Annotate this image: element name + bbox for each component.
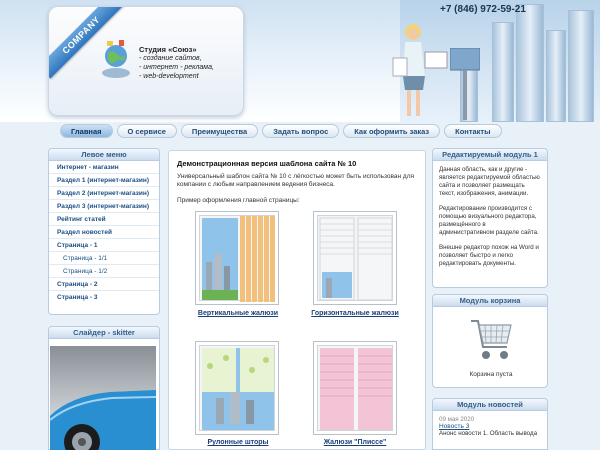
slider-image[interactable] — [49, 346, 157, 450]
studio-line: - создание сайтов, — [139, 55, 202, 62]
menu-item-section-2[interactable]: Раздел 2 (интернет-магазин) — [49, 187, 159, 200]
window-blinds-image — [319, 217, 393, 301]
menu-item-page-2[interactable]: Страница - 2 — [49, 278, 159, 291]
billboard-image — [450, 48, 480, 120]
menu-item-page-1[interactable]: Страница - 1 — [49, 239, 159, 252]
left-menu-title: Левое меню — [49, 149, 159, 161]
cart-module: Модуль корзина Корзина пуста — [432, 294, 548, 388]
slider-title: Слайдер - skitter — [49, 327, 159, 339]
logo-card[interactable]: COMPANY Студия «Союз» - создание сайтов,… — [48, 6, 244, 116]
window-pleated-image — [320, 348, 392, 430]
nav-tab-home[interactable]: Главная — [60, 124, 113, 138]
menu-item-section-1[interactable]: Раздел 1 (интернет-магазин) — [49, 174, 159, 187]
nav-tab-about[interactable]: О сервисе — [116, 124, 177, 138]
news-announcement: Анонс новости 1. Область вывода — [439, 430, 538, 437]
menu-item-rating[interactable]: Рейтинг статей — [49, 213, 159, 226]
nav-tab-ask[interactable]: Задать вопрос — [262, 124, 340, 138]
woman-with-bag-image — [392, 24, 448, 116]
menu-item-page-1-1[interactable]: Страница - 1/1 — [49, 252, 159, 265]
cart-status: Корзина пуста — [469, 371, 513, 378]
news-module: Модуль новостей 09 мая 2020 Новость 3 Ан… — [432, 398, 548, 450]
example-caption: Пример оформления главной страницы: — [177, 197, 300, 204]
shopping-cart-icon — [471, 320, 512, 359]
globe-hand-icon — [102, 40, 130, 78]
news-link[interactable]: Новость 3 — [433, 423, 547, 430]
menu-item-page-1-2[interactable]: Страница - 1/2 — [49, 265, 159, 278]
product-horizontal-blinds-image[interactable] — [313, 211, 397, 305]
nav-tab-advantages[interactable]: Преимущества — [180, 124, 259, 138]
news-date: 09 мая 2020 — [439, 416, 475, 423]
main-content: Демонстрационная версия шаблона сайта № … — [168, 150, 426, 450]
main-nav: Главная О сервисе Преимущества Задать во… — [48, 122, 552, 140]
product-pleated-blinds-image[interactable] — [313, 341, 397, 435]
page-title: Демонстрационная версия шаблона сайта № … — [177, 159, 357, 168]
cart-title: Модуль корзина — [433, 295, 547, 307]
nav-tab-contacts[interactable]: Контакты — [444, 124, 502, 138]
product-vertical-blinds-image[interactable] — [195, 211, 279, 305]
site-header: COMPANY Студия «Союз» - создание сайтов,… — [0, 0, 600, 122]
nav-tab-order[interactable]: Как оформить заказ — [343, 124, 441, 138]
menu-item-shop[interactable]: Интернет - магазин — [49, 161, 159, 174]
menu-item-news[interactable]: Раздел новостей — [49, 226, 159, 239]
product-pleated-blinds-link[interactable]: Жалюзи "Плиссе" — [309, 439, 401, 446]
window-city-image — [202, 216, 275, 302]
module-1-paragraph: Редактирование производится с помощью ви… — [439, 205, 539, 236]
menu-item-section-3[interactable]: Раздел 3 (интернет-магазин) — [49, 200, 159, 213]
product-roller-blinds-link[interactable]: Рулонные шторы — [197, 439, 279, 446]
intro-paragraph: Универсальный шаблон сайта № 10 с лёгкос… — [177, 173, 415, 188]
product-horizontal-blinds-link[interactable]: Горизонтальные жалюзи — [309, 310, 401, 317]
module-1-title: Редактируемый модуль 1 — [433, 149, 547, 161]
phone-number: +7 (846) 972-59-21 — [440, 4, 526, 15]
module-1-paragraph: Данная область, как и другие - является … — [439, 166, 540, 197]
left-menu-panel: Левое меню Интернет - магазин Раздел 1 (… — [48, 148, 160, 315]
menu-item-page-3[interactable]: Страница - 3 — [49, 291, 159, 304]
studio-info: Студия «Союз» - создание сайтов, - интер… — [139, 45, 214, 81]
window-roller-image — [202, 348, 274, 430]
studio-name: Студия «Союз» — [139, 45, 197, 54]
news-title: Модуль новостей — [433, 399, 547, 411]
module-1-paragraph: Внешне редактор похож на Word и позволяе… — [439, 244, 539, 267]
editable-module-1: Редактируемый модуль 1 Данная область, к… — [432, 148, 548, 288]
studio-line: - интернет - реклама, — [139, 64, 214, 71]
product-roller-blinds-image[interactable] — [195, 341, 279, 435]
product-vertical-blinds-link[interactable]: Вертикальные жалюзи — [197, 310, 279, 317]
module-1-text: Данная область, как и другие - является … — [433, 161, 547, 280]
studio-line: - web-development — [139, 73, 199, 80]
car-image — [49, 390, 157, 450]
